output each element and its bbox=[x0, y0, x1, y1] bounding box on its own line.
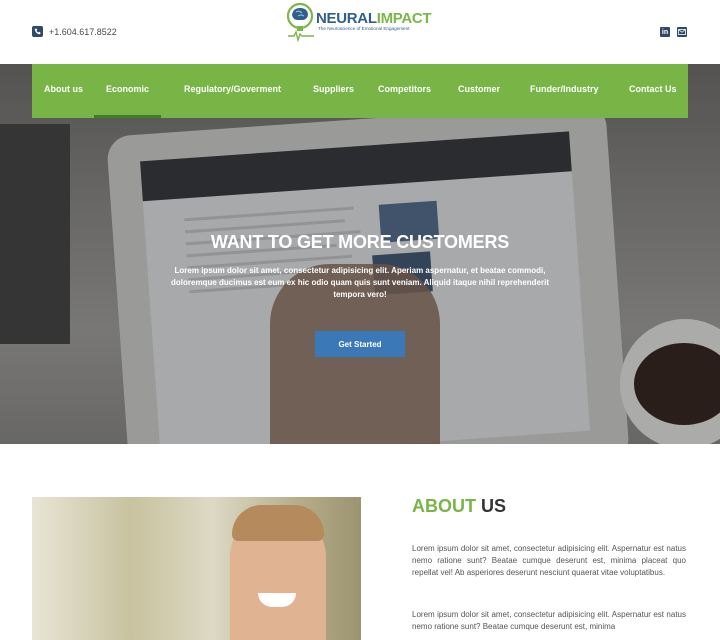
brain-logo-icon bbox=[286, 2, 314, 42]
main-navigation: About us Economic Regulatory/Goverment S… bbox=[32, 64, 688, 118]
hero-title: WANT TO GET MORE CUSTOMERS bbox=[210, 232, 510, 252]
social-links: in bbox=[660, 27, 687, 37]
hero-section bbox=[0, 64, 720, 444]
phone-icon bbox=[32, 26, 43, 37]
hero-description: Lorem ipsum dolor sit amet, consectetur … bbox=[171, 266, 549, 299]
nav-item-customer[interactable]: Customer bbox=[458, 64, 500, 118]
about-heading: ABOUT US bbox=[412, 496, 506, 517]
nav-item-economic[interactable]: Economic bbox=[94, 64, 162, 118]
about-paragraph-1: Lorem ipsum dolor sit amet, consectetur … bbox=[412, 544, 686, 578]
site-logo[interactable]: NEURALIMPACT The Neuroscience of Emotion… bbox=[286, 2, 432, 42]
logo-wordmark: NEURALIMPACT bbox=[316, 10, 432, 27]
logo-word-neural: NEURAL bbox=[316, 10, 377, 27]
nav-item-funder-industry[interactable]: Funder/Industry bbox=[530, 64, 599, 118]
get-started-button[interactable]: Get Started bbox=[315, 331, 405, 357]
person-hair bbox=[232, 505, 324, 541]
mail-icon[interactable] bbox=[677, 27, 687, 37]
about-paragraph-2: Lorem ipsum dolor sit amet, consectetur … bbox=[412, 610, 686, 632]
logo-word-impact: IMPACT bbox=[376, 10, 432, 27]
nav-item-competitors[interactable]: Competitors bbox=[378, 64, 431, 118]
about-photo bbox=[32, 497, 361, 640]
about-heading-green: ABOUT bbox=[412, 496, 476, 516]
phone-contact[interactable]: +1.604.617.8522 bbox=[32, 26, 117, 37]
logo-tagline: The Neuroscience of Emotional Engagement bbox=[318, 26, 410, 31]
top-bar: +1.604.617.8522 NEURALIMPACT The Neurosc… bbox=[0, 0, 720, 64]
about-heading-dark: US bbox=[481, 496, 507, 516]
phone-number[interactable]: +1.604.617.8522 bbox=[49, 27, 117, 37]
nav-item-about-us[interactable]: About us bbox=[44, 64, 83, 118]
nav-item-contact-us[interactable]: Contact Us bbox=[629, 64, 677, 118]
nav-item-regulatory-government[interactable]: Regulatory/Goverment bbox=[184, 64, 281, 118]
linkedin-icon[interactable]: in bbox=[660, 27, 670, 37]
nav-item-suppliers[interactable]: Suppliers bbox=[313, 64, 354, 118]
